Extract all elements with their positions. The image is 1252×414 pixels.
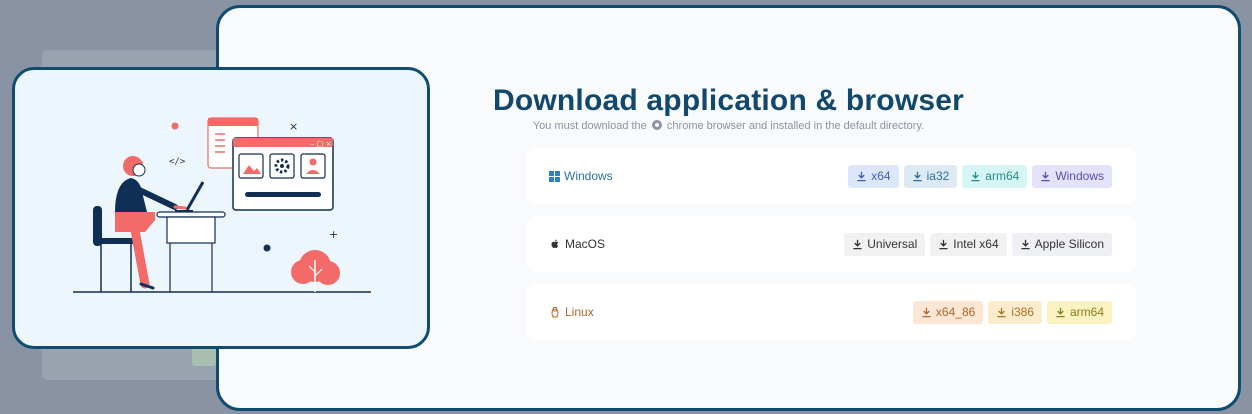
download-button-macos-universal[interactable]: Universal [844, 232, 926, 256]
platform-row-macos: MacOS Universal Intel x64 Apple Silicon [527, 216, 1136, 272]
download-button-label: arm64 [985, 169, 1020, 183]
platform-label-macos: MacOS [549, 237, 605, 251]
download-button-windows-x64[interactable]: x64 [848, 164, 899, 188]
platform-label-windows: Windows [549, 169, 613, 183]
download-button-linux-arm64[interactable]: arm64 [1046, 300, 1112, 324]
download-button-label: i386 [1011, 305, 1034, 319]
subtitle-text-end: chrome browser and installed in the defa… [666, 120, 925, 132]
download-icon [922, 307, 931, 317]
subtitle-text-start: You must download the [532, 120, 647, 132]
download-icon [857, 171, 866, 181]
download-icon [1021, 239, 1030, 249]
download-button-windows-arm64[interactable]: arm64 [962, 164, 1028, 188]
apple-icon [551, 239, 559, 249]
download-button-macos-intel[interactable]: Intel x64 [930, 232, 1007, 256]
download-button-label: x64_86 [935, 305, 976, 319]
download-icon [1041, 171, 1050, 181]
download-icon [1056, 307, 1065, 317]
decor-dot [263, 244, 271, 252]
download-buttons-linux: x64_86 i386 arm64 [912, 300, 1112, 324]
download-button-label: arm64 [1069, 305, 1104, 319]
platform-row-linux: Linux x64_86 i386 arm64 [527, 284, 1136, 340]
app-window: – □ × [232, 137, 334, 211]
download-buttons-windows: x64 ia32 arm64 Windows [848, 164, 1112, 188]
illustration-card: × + </> – □ × [12, 67, 430, 349]
user-icon [309, 158, 317, 166]
platform-row-windows: Windows x64 ia32 arm64 Windows [527, 148, 1136, 204]
decor-dot [171, 122, 179, 130]
download-button-linux-x64[interactable]: x64_86 [912, 300, 984, 324]
download-button-label: ia32 [926, 169, 950, 183]
download-icon [912, 171, 922, 181]
svg-text:– □ ×: – □ × [311, 140, 331, 148]
platform-label-linux: Linux [549, 305, 594, 319]
download-icon [971, 171, 980, 181]
download-button-label: Apple Silicon [1034, 237, 1104, 251]
windows-icon [549, 170, 560, 182]
download-icon [997, 307, 1006, 317]
download-icon [853, 239, 862, 249]
decor-code: </> [169, 157, 186, 167]
download-button-label: Intel x64 [953, 237, 999, 251]
platform-name: MacOS [565, 237, 606, 251]
developer-illustration: × + </> – □ × [73, 117, 371, 293]
chrome-icon [651, 120, 662, 130]
decor-cross: × [289, 120, 298, 133]
decor-plus: + [329, 228, 338, 241]
download-button-label: Windows [1055, 169, 1104, 183]
download-button-linux-i386[interactable]: i386 [988, 300, 1042, 324]
download-button-windows-ia32[interactable]: ia32 [903, 164, 958, 188]
tree [291, 250, 340, 292]
download-icon [939, 239, 948, 249]
platform-name: Windows [564, 169, 613, 183]
download-button-label: Universal [867, 237, 918, 251]
download-button-windows-store[interactable]: Windows [1032, 164, 1112, 188]
download-button-macos-apple-silicon[interactable]: Apple Silicon [1011, 232, 1112, 256]
desk [156, 211, 226, 292]
linux-penguin-icon [551, 306, 559, 318]
download-buttons-macos: Universal Intel x64 Apple Silicon [844, 232, 1112, 256]
platform-name: Linux [565, 305, 594, 319]
download-button-label: x64 [871, 169, 891, 183]
